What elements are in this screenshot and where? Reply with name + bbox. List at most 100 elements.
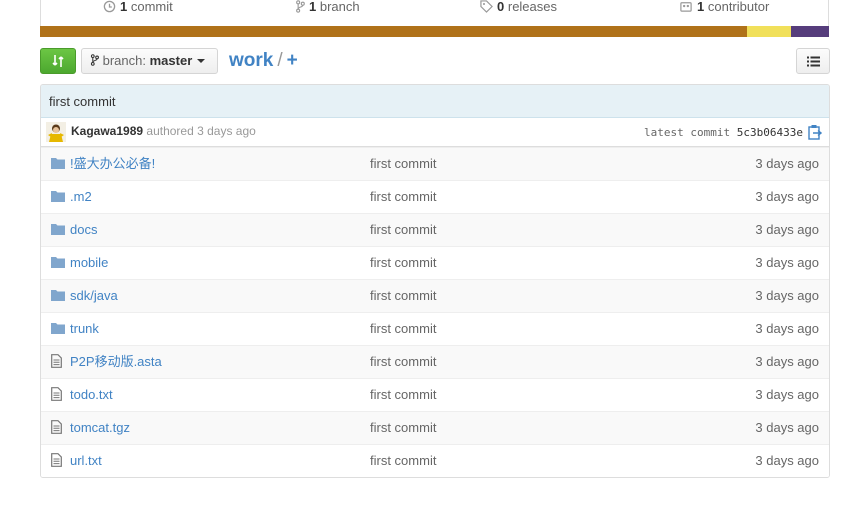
file-name-link[interactable]: todo.txt xyxy=(70,379,113,411)
file-age: 3 days ago xyxy=(755,354,819,369)
branches-link[interactable]: 1 branch xyxy=(295,0,360,16)
file-age: 3 days ago xyxy=(755,189,819,204)
commit-age: 3 days ago xyxy=(197,124,256,138)
clippy-icon[interactable] xyxy=(808,124,822,140)
commit-sha-link[interactable]: 5c3b06433e xyxy=(737,126,803,139)
file-text-icon xyxy=(51,354,62,368)
commit-count: 1 xyxy=(120,0,128,14)
folder-icon-wrap xyxy=(51,322,65,337)
file-row: sdk/java first commit 3 days ago xyxy=(41,279,829,312)
list-unordered-icon xyxy=(806,56,820,66)
compare-button[interactable] xyxy=(40,48,76,74)
file-name-link[interactable]: mobile xyxy=(70,247,108,279)
file-commit-message[interactable]: first commit xyxy=(370,247,436,279)
latest-commit-label: latest commit xyxy=(644,126,731,139)
file-navigation: first commit Kagawa1989 authored 3 days … xyxy=(40,84,830,478)
file-age: 3 days ago xyxy=(755,288,819,303)
release-count: 0 xyxy=(497,0,505,14)
folder-icon-wrap xyxy=(51,223,65,238)
file-icon-wrap xyxy=(51,420,62,437)
branch-select[interactable]: branch: master xyxy=(81,48,218,74)
latest-commit: latest commit 5c3b06433e xyxy=(644,118,803,147)
branch-name: master xyxy=(149,53,193,68)
folder-icon xyxy=(51,191,65,202)
branch-icon xyxy=(90,54,99,66)
file-commit-message[interactable]: first commit xyxy=(370,148,436,180)
file-icon-wrap xyxy=(51,453,62,470)
language-bar-segment[interactable] xyxy=(40,26,747,37)
repo-summary: 1 commit 1 branch 0 releases 1 contribut… xyxy=(40,0,829,26)
file-row: .m2 first commit 3 days ago xyxy=(41,180,829,213)
authored-label: authored xyxy=(146,124,194,138)
releases-link[interactable]: 0 releases xyxy=(480,0,557,16)
folder-icon-wrap xyxy=(51,157,65,172)
file-name-link[interactable]: !盛大办公必备! xyxy=(70,148,155,180)
file-icon-wrap xyxy=(51,387,62,404)
file-row: trunk first commit 3 days ago xyxy=(41,312,829,345)
file-commit-message[interactable]: first commit xyxy=(370,181,436,213)
folder-icon xyxy=(51,257,65,268)
release-label: releases xyxy=(507,0,557,14)
file-name-link[interactable]: url.txt xyxy=(70,445,102,477)
file-row: todo.txt first commit 3 days ago xyxy=(41,378,829,411)
file-row: !盛大办公必备! first commit 3 days ago xyxy=(41,147,829,180)
file-name-link[interactable]: sdk/java xyxy=(70,280,118,312)
file-text-icon xyxy=(51,453,62,467)
commit-meta: Kagawa1989 authored 3 days ago latest co… xyxy=(41,118,829,147)
file-commit-message[interactable]: first commit xyxy=(370,280,436,312)
branch-select-label: branch: xyxy=(102,53,146,68)
history-list-button[interactable] xyxy=(796,48,830,74)
contributor-label: contributor xyxy=(707,0,770,14)
commit-author[interactable]: Kagawa1989 xyxy=(71,124,143,138)
contributors-link[interactable]: 1 contributor xyxy=(679,0,769,16)
branch-count: 1 xyxy=(309,0,317,14)
folder-icon xyxy=(51,290,65,301)
file-commit-message[interactable]: first commit xyxy=(370,214,436,246)
file-name-link[interactable]: P2P移动版.asta xyxy=(70,346,162,378)
file-row: tomcat.tgz first commit 3 days ago xyxy=(41,411,829,444)
file-row: P2P移动版.asta first commit 3 days ago xyxy=(41,345,829,378)
file-age: 3 days ago xyxy=(755,156,819,171)
breadcrumb: work / + xyxy=(229,49,298,73)
file-commit-message[interactable]: first commit xyxy=(370,445,436,477)
file-age: 3 days ago xyxy=(755,321,819,336)
branch-label: branch xyxy=(319,0,360,14)
file-age: 3 days ago xyxy=(755,420,819,435)
file-age: 3 days ago xyxy=(755,453,819,468)
file-age: 3 days ago xyxy=(755,222,819,237)
file-name-link[interactable]: tomcat.tgz xyxy=(70,412,130,444)
commit-message[interactable]: first commit xyxy=(41,85,829,118)
file-commit-message[interactable]: first commit xyxy=(370,346,436,378)
commit-author-info: Kagawa1989 authored 3 days ago xyxy=(71,118,256,145)
compare-icon xyxy=(52,55,64,67)
file-text-icon xyxy=(51,387,62,401)
file-commit-message[interactable]: first commit xyxy=(370,412,436,444)
avatar[interactable] xyxy=(46,122,66,142)
history-icon xyxy=(103,0,116,13)
file-commit-message[interactable]: first commit xyxy=(370,379,436,411)
breadcrumb-repo-link[interactable]: work xyxy=(229,50,273,71)
breadcrumb-separator: / xyxy=(277,50,283,71)
file-name-link[interactable]: .m2 xyxy=(70,181,92,213)
file-commit-message[interactable]: first commit xyxy=(370,313,436,345)
file-name-link[interactable]: docs xyxy=(70,214,97,246)
folder-icon-wrap xyxy=(51,289,65,304)
file-row: url.txt first commit 3 days ago xyxy=(41,444,829,477)
branch-icon xyxy=(296,0,305,13)
contributor-count: 1 xyxy=(697,0,705,14)
file-age: 3 days ago xyxy=(755,255,819,270)
folder-icon xyxy=(51,224,65,235)
folder-icon xyxy=(51,158,65,169)
file-text-icon xyxy=(51,420,62,434)
organization-icon xyxy=(680,2,692,12)
language-bar[interactable] xyxy=(40,26,829,37)
new-file-button[interactable]: + xyxy=(287,50,298,71)
file-name-link[interactable]: trunk xyxy=(70,313,99,345)
commits-link[interactable]: 1 commit xyxy=(103,0,173,16)
folder-icon-wrap xyxy=(51,190,65,205)
file-age: 3 days ago xyxy=(755,387,819,402)
file-row: mobile first commit 3 days ago xyxy=(41,246,829,279)
language-bar-segment[interactable] xyxy=(746,26,792,37)
folder-icon xyxy=(51,323,65,334)
language-bar-segment[interactable] xyxy=(791,26,829,37)
